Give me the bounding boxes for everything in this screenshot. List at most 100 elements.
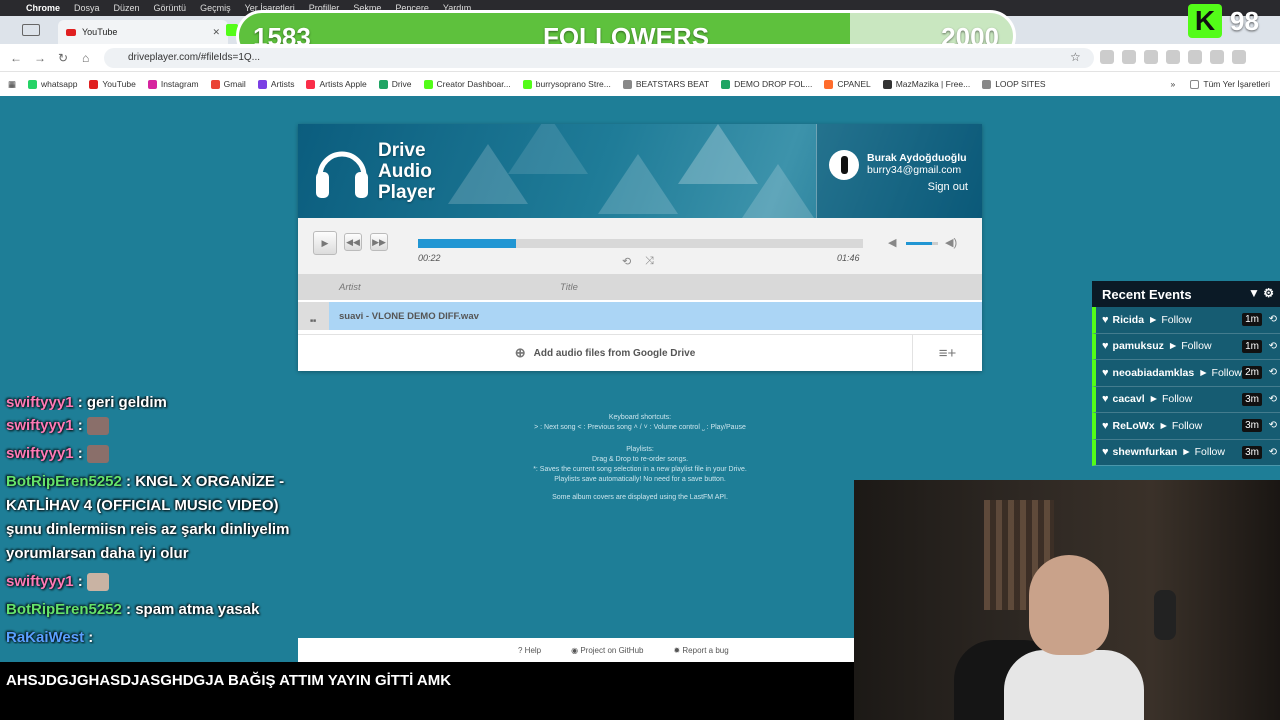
tab-youtube[interactable]: YouTube ✕ [58, 20, 228, 44]
chat-message: swiftyyy1 : [0, 414, 300, 438]
heart-icon: ♥ [1102, 366, 1109, 379]
add-from-drive-button[interactable]: ⊕ Add audio files from Google Drive [298, 334, 912, 371]
column-title[interactable]: Title [560, 282, 578, 293]
list-item: ♥ Ricida ► Follow 1m ⟲ [1092, 307, 1280, 334]
extension-icon[interactable] [1100, 50, 1114, 64]
all-bookmarks-folder[interactable]: » Tüm Yer İşaretleri [1171, 79, 1270, 89]
extension-icon[interactable] [1122, 50, 1136, 64]
bookmark-item[interactable]: Gmail [210, 79, 246, 89]
close-icon[interactable]: ✕ [212, 27, 220, 38]
column-artist[interactable]: Artist [339, 282, 361, 293]
report-bug-link[interactable]: ✹ Report a bug [673, 646, 728, 655]
replay-icon[interactable]: ⟲ [1269, 367, 1277, 378]
volume-slider[interactable] [906, 242, 938, 245]
save-playlist-button[interactable]: ≡+ [912, 334, 982, 371]
home-icon[interactable]: ⌂ [82, 51, 89, 65]
menu-gecmis[interactable]: Geçmiş [200, 3, 231, 13]
replay-icon[interactable]: ⟲ [1269, 394, 1277, 405]
chat-message: BotRipEren5252 : KNGL X ORGANİZE - KATLİ… [6, 473, 290, 562]
replay-icon[interactable]: ⟲ [1269, 420, 1277, 431]
bookmark-icon [147, 79, 157, 89]
filter-icon[interactable]: ▼ [1248, 286, 1260, 300]
bookmark-star-icon[interactable]: ☆ [1070, 50, 1081, 64]
replay-icon[interactable]: ⟲ [1269, 314, 1277, 325]
apps-grid-icon[interactable]: ▦ [8, 79, 16, 90]
github-link[interactable]: ◉ Project on GitHub [571, 646, 643, 655]
seek-bar[interactable] [418, 239, 863, 248]
reading-list-icon[interactable] [1188, 50, 1202, 64]
player-footer: ? Help ◉ Project on GitHub ✹ Report a bu… [298, 638, 854, 662]
bookmark-item[interactable]: BEATSTARS BEAT [622, 79, 709, 89]
user-panel: Burak Aydoğduoğlu burry34@gmail.com Sign… [816, 124, 982, 218]
recent-events-panel: Recent Events ▼ ⚙ ♥ Ricida ► Follow 1m ⟲ ♥ pam… [1092, 281, 1280, 466]
player-logo-text: Drive Audio Player [378, 140, 436, 203]
volume-slider-fill [906, 242, 932, 245]
menu-dosya[interactable]: Dosya [74, 3, 100, 13]
bookmark-item[interactable]: Artists Apple [306, 79, 367, 89]
play-button[interactable]: ▶ [313, 231, 337, 255]
bookmark-item[interactable]: MazMazika | Free... [882, 79, 970, 89]
sign-out-link[interactable]: Sign out [928, 181, 968, 193]
chat-message: RaKaiWest : [6, 629, 94, 644]
bookmark-item[interactable]: Drive [378, 79, 412, 89]
list-item: ♥ pamuksuz ► Follow 1m ⟲ [1092, 333, 1280, 360]
bookmark-icon [28, 79, 38, 89]
replay-icon[interactable]: ⟲ [1269, 341, 1277, 352]
reload-icon[interactable]: ↻ [58, 51, 68, 65]
bookmark-item[interactable]: YouTube [89, 79, 136, 89]
webcam-feed [854, 480, 1280, 720]
bookmark-icon [210, 79, 220, 89]
chat-highlight-bar: AHSJDGJGHASDJASGHDGJA BAĞIŞ ATTIM YAYIN … [0, 662, 856, 720]
bookmark-icon [522, 79, 532, 89]
menu-goruntu[interactable]: Görüntü [154, 3, 187, 13]
bookmark-item[interactable]: LOOP SITES [982, 79, 1046, 89]
heart-icon: ♥ [1102, 419, 1109, 432]
player-banner: Drive Audio Player Burak Aydoğduoğlu bur… [298, 124, 982, 218]
previous-button[interactable]: ◀◀ [344, 233, 362, 251]
replay-icon[interactable]: ⟲ [1269, 447, 1277, 458]
bookmarks-bar: ▦ whatsapp YouTube Instagram Gmail Artists Ar… [0, 72, 1280, 96]
bookmark-item[interactable]: CPANEL [824, 79, 871, 89]
table-row[interactable]: suavi - VLONE DEMO DIFF.wav [298, 302, 982, 330]
list-item: ♥ ReLoWx ► Follow 3m ⟲ [1092, 413, 1280, 440]
stream-chat: swiftyyy1 : geri geldim swiftyyy1 : swif… [0, 396, 300, 644]
volume-low-icon[interactable]: ◀ [888, 236, 896, 249]
extensions-area [1100, 50, 1246, 64]
chat-message: swiftyyy1 : [0, 442, 300, 466]
list-item: ♥ shewnfurkan ► Follow 3m ⟲ [1092, 439, 1280, 466]
menu-dots-icon[interactable] [1232, 50, 1246, 64]
menu-app-name[interactable]: Chrome [26, 3, 60, 13]
bookmark-item[interactable]: whatsapp [28, 79, 77, 89]
help-link[interactable]: ? Help [518, 646, 541, 655]
tab-sidebar-icon[interactable] [22, 24, 40, 36]
gear-icon[interactable]: ⚙ [1263, 286, 1274, 300]
bookmark-item[interactable]: burrysoprano Stre... [522, 79, 611, 89]
extension-icon[interactable] [1144, 50, 1158, 64]
drive-audio-player: Drive Audio Player Burak Aydoğduoğlu bur… [298, 124, 982, 371]
bookmark-icon [423, 79, 433, 89]
album-thumbnail [298, 302, 329, 330]
kick-logo-icon: K [1188, 4, 1222, 38]
back-icon[interactable]: ← [10, 51, 22, 65]
shuffle-icon[interactable]: ⤨ [645, 255, 654, 268]
chat-message: swiftyyy1 : geri geldim [6, 396, 167, 410]
emote-icon [86, 417, 109, 436]
add-from-drive-label: Add audio files from Google Drive [533, 347, 696, 359]
profile-icon[interactable] [1210, 50, 1224, 64]
address-bar-row: ← → ↻ ⌂ driveplayer.com/#fileIds=1Q... ☆ [0, 44, 1280, 72]
list-item: ♥ neoabiadamklas ► Follow 2m ⟲ [1092, 360, 1280, 387]
next-button[interactable]: ▶▶ [370, 233, 388, 251]
bookmark-item[interactable]: Creator Dashboar... [423, 79, 511, 89]
bookmark-item[interactable]: Artists [257, 79, 294, 89]
volume-high-icon[interactable]: ◀) [945, 236, 957, 249]
shortcuts-list: ˃ : Next song ˂ : Previous song ˄ / ˅ : … [534, 424, 746, 431]
repeat-icon[interactable]: ⟲ [622, 255, 631, 268]
bookmark-item[interactable]: Instagram [147, 79, 199, 89]
heart-icon: ♥ [1102, 446, 1109, 459]
menu-duzen[interactable]: Düzen [114, 3, 140, 13]
forward-icon[interactable]: → [34, 51, 46, 65]
heart-icon: ♥ [1102, 340, 1109, 353]
url-field[interactable]: driveplayer.com/#fileIds=1Q... [104, 48, 1094, 68]
extensions-puzzle-icon[interactable] [1166, 50, 1180, 64]
bookmark-item[interactable]: DEMO DROP FOL... [721, 79, 812, 89]
